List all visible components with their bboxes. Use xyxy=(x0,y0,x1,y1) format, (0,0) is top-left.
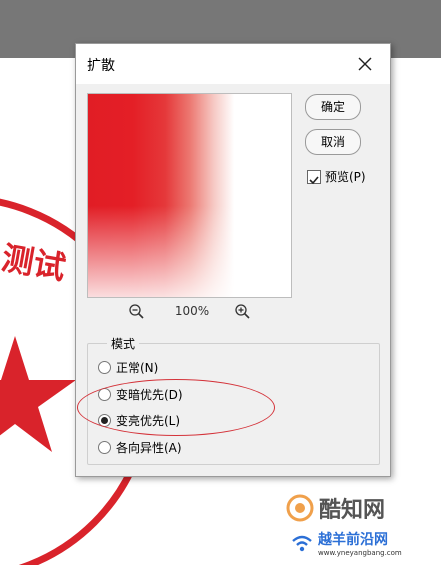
mode-group-label: 模式 xyxy=(107,335,140,352)
watermark-site: 越羊前沿网 www.yneyangbang.com xyxy=(288,527,438,561)
watermark-site-name: 越羊前沿网 xyxy=(318,532,388,548)
radio-button[interactable] xyxy=(98,441,111,454)
watermark-logo-icon xyxy=(286,494,314,522)
annotation-ellipse xyxy=(77,379,275,436)
watermark-brand-text: 酷知网 xyxy=(319,498,386,523)
watermark-url: www.yneyangbang.com xyxy=(318,549,402,557)
radio-button[interactable] xyxy=(98,361,111,374)
zoom-out-icon xyxy=(129,304,144,319)
filter-preview[interactable] xyxy=(87,93,292,298)
zoom-level: 100% xyxy=(174,304,210,318)
dialog-title: 扩散 xyxy=(87,58,115,74)
ok-button[interactable]: 确定 xyxy=(305,94,361,120)
preview-checkbox-label: 预览(P) xyxy=(325,170,366,184)
checkmark-icon xyxy=(309,176,319,185)
preview-image xyxy=(88,94,291,297)
dialog-titlebar: 扩散 xyxy=(76,44,390,84)
mode-option-label: 各向异性(A) xyxy=(116,441,182,455)
zoom-out-button[interactable] xyxy=(128,303,146,321)
zoom-in-button[interactable] xyxy=(234,303,252,321)
zoom-controls: 100% xyxy=(128,303,256,323)
watermark-brand: 酷知网 xyxy=(279,488,419,528)
preview-checkbox[interactable] xyxy=(307,170,321,185)
close-button[interactable] xyxy=(352,52,378,76)
mode-option-label: 正常(N) xyxy=(116,361,159,375)
wifi-logo-icon xyxy=(292,535,312,552)
zoom-in-icon xyxy=(235,304,250,319)
seal-star xyxy=(0,336,76,452)
close-icon xyxy=(358,57,372,71)
cancel-button[interactable]: 取消 xyxy=(305,129,361,155)
